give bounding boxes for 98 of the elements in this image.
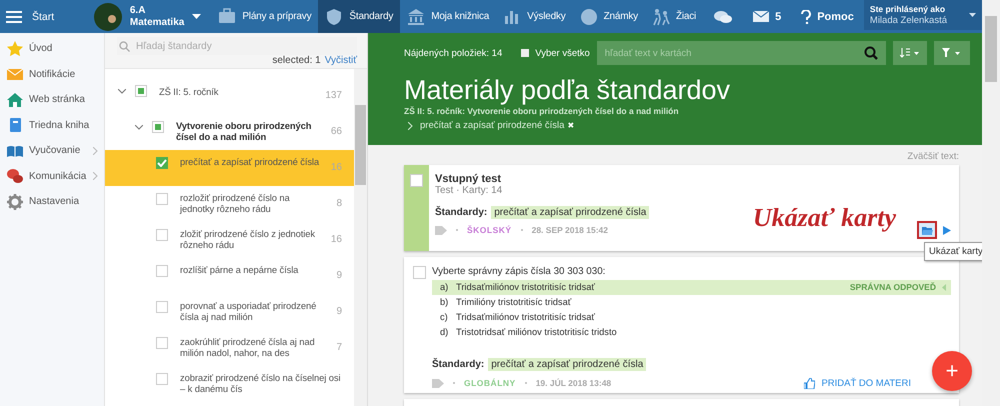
thumbs-up-icon — [804, 378, 816, 389]
checkbox[interactable] — [156, 193, 168, 205]
date: 19. JÚL 2018 13:48 — [536, 378, 612, 388]
scrollbar[interactable] — [354, 69, 367, 406]
question-text: Vyberte správny zápis čísla 30 303 030: — [432, 266, 606, 277]
chevron-icon — [93, 146, 98, 155]
checkbox[interactable] — [135, 85, 147, 97]
nav-tab[interactable]: Moja knižnica — [400, 0, 496, 33]
sort-icon — [900, 48, 920, 58]
add-to-materials-button[interactable]: PRIDAŤ DO MATERI — [804, 378, 911, 389]
nav-tab[interactable]: Žiaci — [644, 0, 704, 33]
answer-row-text: d) Tristotridsať miliónov tristotritisíc tridsto — [439, 326, 618, 339]
mail-button[interactable]: 5 — [743, 0, 792, 33]
tree-row[interactable]: rozložiť prirodzené číslo na jednotky rôzneho rádu 8 — [105, 186, 354, 222]
sort-button[interactable] — [893, 41, 927, 65]
checkbox[interactable] — [413, 266, 426, 279]
checkbox[interactable] — [156, 265, 168, 277]
remove-button[interactable]: ✖ — [567, 121, 574, 130]
checkbox[interactable] — [156, 229, 168, 241]
class-selector[interactable]: 6.A Matematika — [94, 0, 212, 33]
tree-row[interactable]: ZŠ II: 5. ročník 137 — [105, 78, 354, 114]
tag-icon — [435, 226, 447, 234]
search-field[interactable]: hľadať text v kartách — [596, 41, 886, 65]
sidebar-item[interactable]: Notifikácie — [0, 62, 104, 87]
tree-row[interactable]: porovnať a usporiadať prirodzené čísla aj nad milión 9 — [105, 294, 354, 330]
house-icon — [6, 90, 24, 109]
nav-tab[interactable]: Plány a prípravy — [211, 0, 318, 33]
menu-icon — [6, 10, 22, 22]
annotation-text: Ukázať karty — [752, 203, 896, 233]
sidebar-item[interactable]: Vyučovanie — [0, 138, 104, 164]
answer-row-text: b) Trimilióny tristotritisíc tridsať — [439, 296, 572, 310]
card-meta: Test · Karty: 14 — [435, 185, 504, 196]
select-all-checkbox[interactable]: Vyber všetko — [521, 48, 590, 58]
user-menu[interactable]: Ste prihlásený ako Milada Zelenkastá — [864, 0, 982, 30]
checkbox[interactable] — [156, 373, 168, 385]
nav-tab[interactable]: Štandardy — [318, 0, 400, 33]
help-icon — [801, 10, 812, 24]
answer-row-text: c) Tridsaťmiliónov tristotritisíc tridsať — [439, 310, 596, 324]
standard-tag: prečítať a zapísať prirodzené čísla — [491, 206, 650, 219]
tag-icon — [432, 378, 444, 388]
standard-tag: prečítať a zapísať prirodzené čísla — [488, 358, 646, 371]
tree-row[interactable]: Vytvorenie oboru prirodzených čísel do a nad milión 66 — [105, 114, 354, 150]
scope-label: ŠKOLSKÝ — [467, 225, 512, 235]
filter-label: prečítať a zapísať prirodzené čísla — [420, 120, 564, 131]
mail-icon — [753, 11, 770, 22]
students-icon — [652, 8, 670, 26]
filter-icon — [942, 48, 962, 58]
sidebar-item[interactable]: Web stránka — [0, 87, 104, 112]
answer-row: a) Tridsaťmiliónov tristotritisíc tridsať SPRÁVNA ODPOVEĎ — [432, 280, 951, 295]
page-title: Materiály podľa štandardov — [404, 74, 732, 106]
tree-row[interactable]: zaokrúhliť prirodzené čísla aj nad milión nadol, nahor, na des 7 — [105, 330, 354, 366]
clear-link[interactable]: Vyčistiť — [324, 55, 357, 66]
tree-row[interactable]: zložiť prirodzené číslo z jednotiek rôzneho rádu 16 — [105, 222, 354, 258]
play-icon[interactable] — [943, 226, 951, 234]
star-icon — [6, 40, 24, 58]
checkbox[interactable] — [152, 121, 164, 133]
result-count: Nájdených položiek: 14 — [404, 48, 502, 58]
sidebar-item[interactable]: Nastavenia — [0, 189, 104, 214]
search-input[interactable]: Hľadaj štandardy — [136, 40, 355, 52]
briefcase-icon — [218, 8, 236, 26]
chevron-icon — [408, 122, 413, 130]
chat-bubbles-icon — [6, 167, 24, 186]
chat-icon — [713, 8, 734, 24]
search-icon — [864, 46, 878, 60]
nav-tab[interactable]: Známky — [572, 0, 645, 33]
filter-button[interactable] — [934, 41, 970, 65]
shield-icon — [325, 8, 344, 26]
checkbox[interactable] — [156, 157, 168, 169]
caret-icon — [192, 14, 202, 19]
chevron-icon — [93, 172, 98, 180]
sidebar-item[interactable]: Úvod — [0, 36, 104, 62]
caret-icon — [969, 13, 976, 17]
date: 28. SEP 2018 15:42 — [532, 225, 608, 235]
tree-row[interactable]: prečítať a zapísať prirodzené čísla 16 — [105, 150, 354, 186]
chevron-icon — [118, 89, 126, 94]
breadcrumb: ZŠ II: 5. ročník: Vytvorenie oboru prirodzených čísel do a nad milión — [404, 106, 680, 116]
tree-row[interactable]: zobraziť prirodzené číslo na číselnej osi – k danému čís — [105, 366, 354, 402]
tree-row[interactable]: rozlíšiť párne a nepárne čísla 9 — [105, 258, 354, 294]
chevron-icon — [135, 125, 143, 130]
checkbox[interactable] — [410, 174, 423, 187]
sidebar-item[interactable]: Triedna kniha — [0, 112, 104, 138]
menu-button[interactable]: Štart — [0, 0, 94, 33]
search-input[interactable]: hľadať text v kartách — [604, 48, 864, 58]
card-title: Vstupný test — [435, 173, 502, 185]
library-icon — [407, 8, 426, 26]
gear-icon — [6, 192, 24, 211]
checkbox[interactable] — [156, 337, 168, 349]
sidebar-item[interactable]: Komunikácia — [0, 164, 104, 189]
help-button[interactable]: Pomoc — [791, 0, 864, 33]
folder-icon — [922, 226, 932, 234]
class-avatar-icon — [94, 2, 122, 30]
scrollbar[interactable] — [982, 0, 1000, 406]
search-icon — [119, 40, 130, 52]
nav-tab[interactable]: Výsledky — [496, 0, 573, 33]
checkbox[interactable] — [156, 301, 168, 313]
scope-label: GLOBÁLNY — [464, 378, 516, 388]
selected-count: selected: 1 — [272, 55, 321, 66]
caret-left-icon — [942, 284, 946, 291]
